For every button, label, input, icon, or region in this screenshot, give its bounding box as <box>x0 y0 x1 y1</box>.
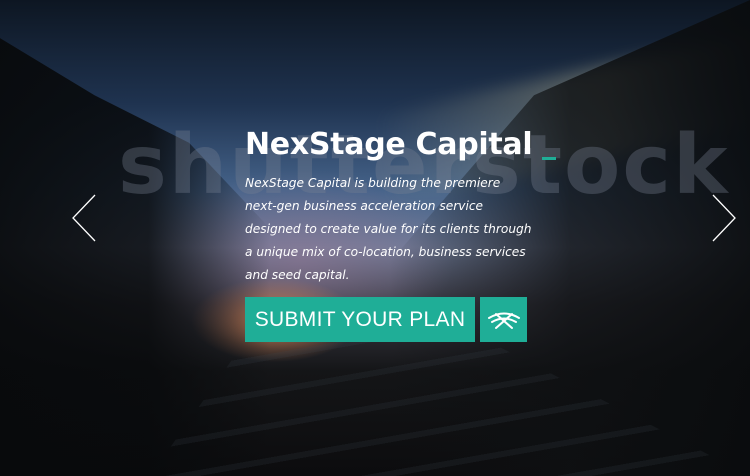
hero-content: NexStage Capital NexStage Capital is bui… <box>245 124 605 342</box>
hero-title: NexStage Capital <box>245 127 533 162</box>
title-row: NexStage Capital <box>245 124 605 166</box>
submit-plan-button[interactable]: SUBMIT YOUR PLAN <box>245 297 475 342</box>
hero-description: NexStage Capital is building the premier… <box>245 176 532 282</box>
title-accent-bar <box>542 157 557 160</box>
carousel-prev-button[interactable] <box>60 193 108 243</box>
nexstage-logo-icon <box>487 312 520 329</box>
chevron-right-icon <box>712 194 736 242</box>
chevron-left-icon <box>72 194 96 242</box>
logo-button[interactable] <box>480 297 527 342</box>
carousel-next-button[interactable] <box>700 193 748 243</box>
hero-actions: SUBMIT YOUR PLAN <box>245 297 605 342</box>
